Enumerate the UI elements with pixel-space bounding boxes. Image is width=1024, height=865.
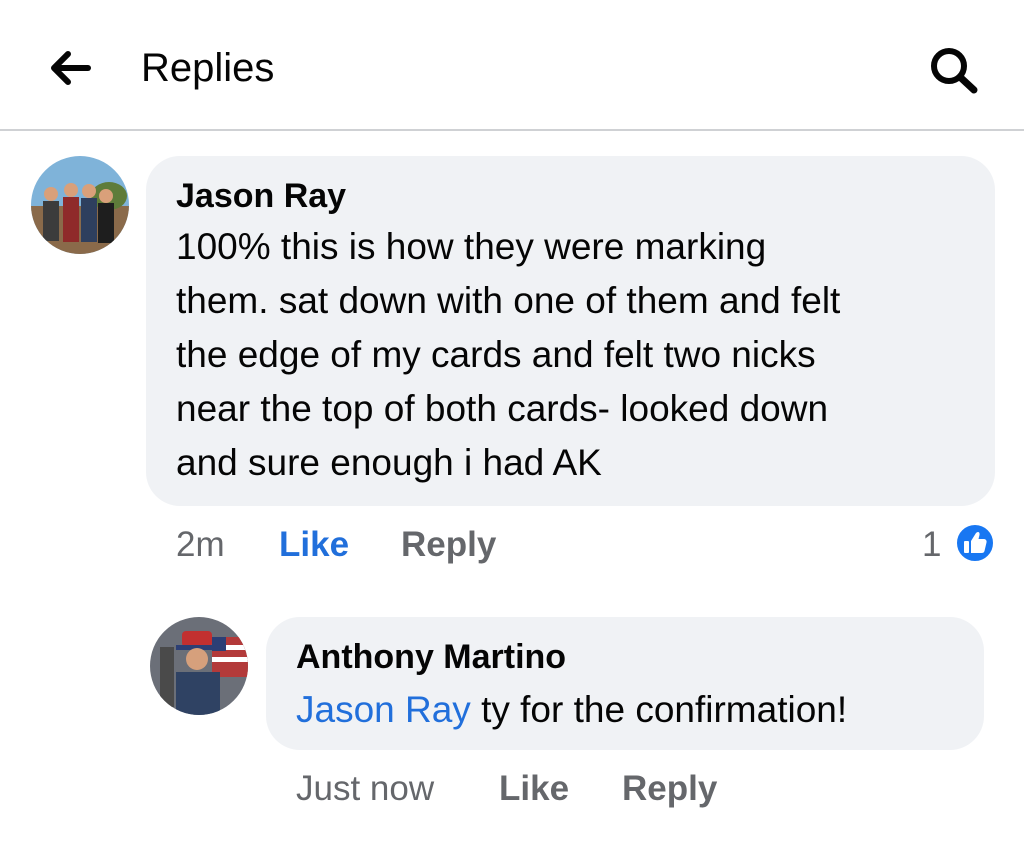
- back-button[interactable]: [46, 48, 94, 88]
- avatar[interactable]: [150, 617, 248, 715]
- comment-author[interactable]: Jason Ray: [176, 176, 346, 216]
- comment-timestamp: 2m: [176, 525, 225, 564]
- comment-text-line: and sure enough i had AK: [176, 442, 602, 483]
- comment-text-line: the edge of my cards and felt two nicks: [176, 334, 816, 375]
- arrow-left-icon: [51, 51, 91, 85]
- comment-text-line: 100% this is how they were marking: [176, 226, 767, 267]
- search-icon: [931, 48, 978, 94]
- reaction-count[interactable]: 1: [922, 524, 941, 566]
- search-button[interactable]: [926, 44, 982, 96]
- comment-bubble: Jason Ray 100% this is how they were mar…: [146, 156, 995, 506]
- like-button[interactable]: Like: [279, 524, 349, 566]
- mention-link[interactable]: Jason Ray: [296, 689, 471, 730]
- comment-text: Jason Ray ty for the confirmation!: [296, 683, 847, 737]
- reply-button[interactable]: Reply: [401, 524, 496, 566]
- avatar[interactable]: [31, 156, 129, 254]
- comment-author[interactable]: Anthony Martino: [296, 637, 566, 677]
- comment-bubble: Anthony Martino Jason Ray ty for the con…: [266, 617, 984, 750]
- thumbs-up-icon: [955, 523, 995, 563]
- top-bar: Replies: [0, 0, 1024, 130]
- reply-button[interactable]: Reply: [622, 768, 717, 810]
- page-title: Replies: [141, 46, 275, 90]
- comment-text-rest: ty for the confirmation!: [470, 689, 848, 730]
- reaction-badge[interactable]: [954, 522, 996, 569]
- comment-timestamp: Just now: [296, 769, 435, 808]
- comment-text-line: them. sat down with one of them and felt: [176, 280, 841, 321]
- comment-text: 100% this is how they were marking them.…: [176, 220, 840, 490]
- like-button[interactable]: Like: [499, 768, 569, 810]
- header-divider: [0, 129, 1024, 131]
- comment-text-line: near the top of both cards- looked down: [176, 388, 829, 429]
